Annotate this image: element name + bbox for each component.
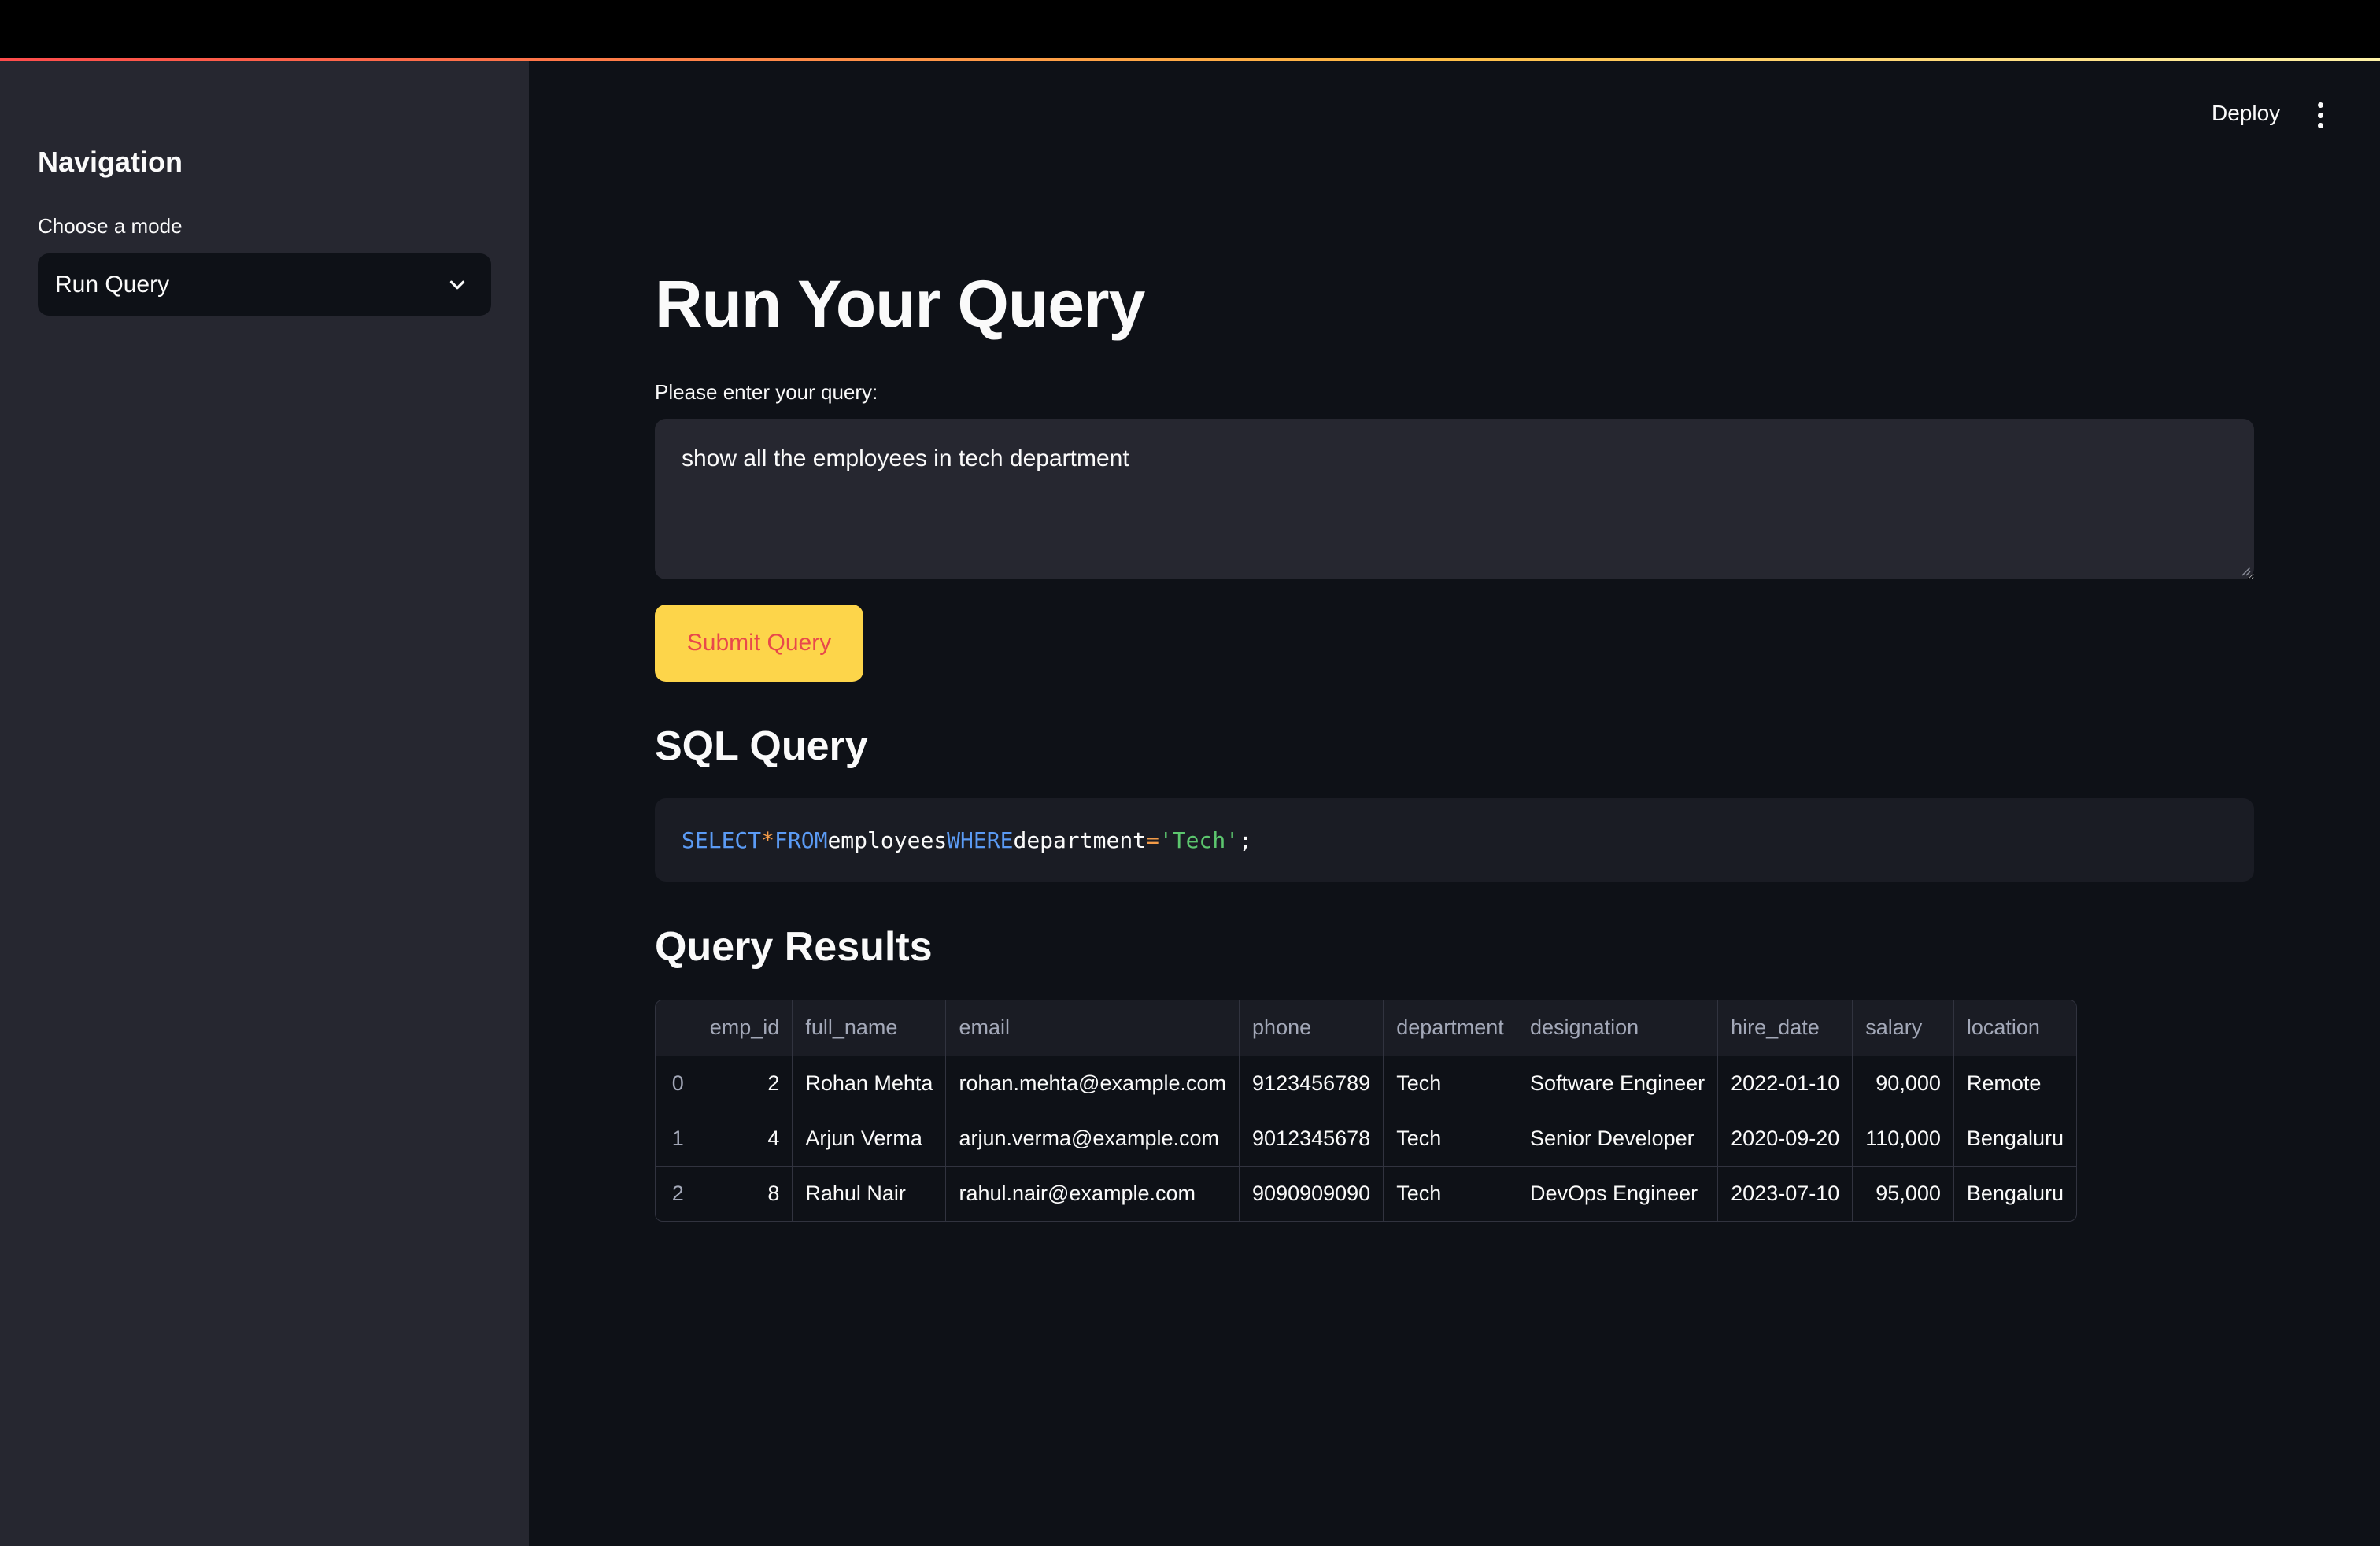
results-section-title: Query Results <box>655 924 933 970</box>
table-cell[interactable]: Arjun Verma <box>792 1111 947 1167</box>
table-cell[interactable]: Remote <box>1953 1056 2076 1111</box>
table-cell[interactable]: rohan.mehta@example.com <box>945 1056 1240 1111</box>
table-cell[interactable]: Bengaluru <box>1953 1166 2076 1221</box>
column-header[interactable]: full_name <box>792 1000 947 1056</box>
table-cell[interactable]: DevOps Engineer <box>1517 1166 1719 1221</box>
table-cell[interactable]: 2020-09-20 <box>1717 1111 1853 1167</box>
row-index[interactable]: 2 <box>656 1166 697 1221</box>
query-input[interactable]: show all the employees in tech departmen… <box>655 419 2254 579</box>
table-cell[interactable]: Software Engineer <box>1517 1056 1719 1111</box>
sql-section-title: SQL Query <box>655 723 868 769</box>
sql-operator: * <box>761 827 775 853</box>
row-index[interactable]: 0 <box>656 1056 697 1111</box>
mode-select[interactable]: Run Query <box>38 253 491 316</box>
table-cell[interactable]: Senior Developer <box>1517 1111 1719 1167</box>
table-cell[interactable]: 9012345678 <box>1239 1111 1384 1167</box>
sql-keyword: WHERE <box>947 827 1014 853</box>
column-header[interactable]: designation <box>1517 1000 1719 1056</box>
column-header[interactable]: location <box>1953 1000 2076 1056</box>
table-cell[interactable]: Bengaluru <box>1953 1111 2076 1167</box>
table-cell[interactable]: Tech <box>1383 1166 1517 1221</box>
sql-code-block: SELECT * FROM employees WHERE department… <box>655 798 2254 882</box>
table-cell[interactable]: 8 <box>697 1166 793 1221</box>
sql-string: 'Tech' <box>1159 827 1240 853</box>
table-cell[interactable]: Tech <box>1383 1056 1517 1111</box>
sql-operator: = <box>1146 827 1159 853</box>
table-cell[interactable]: arjun.verma@example.com <box>945 1111 1240 1167</box>
table-cell[interactable]: Rahul Nair <box>792 1166 947 1221</box>
resize-handle-icon[interactable] <box>2238 564 2251 576</box>
results-table[interactable]: emp_id full_name email phone department … <box>655 1000 2077 1222</box>
column-header[interactable]: department <box>1383 1000 1517 1056</box>
table-cell[interactable]: 4 <box>697 1111 793 1167</box>
query-input-label: Please enter your query: <box>655 380 878 404</box>
table-row: 1 4 Arjun Verma arjun.verma@example.com … <box>656 1111 2076 1167</box>
table-cell[interactable]: 90,000 <box>1852 1056 1954 1111</box>
submit-query-button[interactable]: Submit Query <box>655 605 863 682</box>
row-index[interactable]: 1 <box>656 1111 697 1167</box>
mode-select-value: Run Query <box>55 271 170 298</box>
sql-identifier: employees <box>827 827 948 853</box>
column-header[interactable] <box>656 1000 697 1056</box>
table-cell[interactable]: 110,000 <box>1852 1111 1954 1167</box>
table-cell[interactable]: 95,000 <box>1852 1166 1954 1221</box>
main-content: Run Your Query Please enter your query: … <box>655 0 2254 1546</box>
table-header-row: emp_id full_name email phone department … <box>656 1000 2076 1056</box>
table-cell[interactable]: 2022-01-10 <box>1717 1056 1853 1111</box>
table-row: 0 2 Rohan Mehta rohan.mehta@example.com … <box>656 1056 2076 1111</box>
table-cell[interactable]: 9123456789 <box>1239 1056 1384 1111</box>
table-cell[interactable]: 9090909090 <box>1239 1166 1384 1221</box>
column-header[interactable]: email <box>945 1000 1240 1056</box>
chevron-down-icon <box>449 280 465 290</box>
sql-keyword: SELECT <box>682 827 762 853</box>
table-cell[interactable]: 2023-07-10 <box>1717 1166 1853 1221</box>
page-title: Run Your Query <box>655 267 1145 341</box>
sidebar-title: Navigation <box>38 146 183 178</box>
more-options-icon[interactable] <box>2306 98 2334 132</box>
sql-keyword: FROM <box>774 827 828 853</box>
table-cell[interactable]: 2 <box>697 1056 793 1111</box>
table-cell[interactable]: Tech <box>1383 1111 1517 1167</box>
sql-identifier: department <box>1013 827 1147 853</box>
column-header[interactable]: hire_date <box>1717 1000 1853 1056</box>
column-header[interactable]: salary <box>1852 1000 1954 1056</box>
column-header[interactable]: emp_id <box>697 1000 793 1056</box>
table-cell[interactable]: Rohan Mehta <box>792 1056 947 1111</box>
table-cell[interactable]: rahul.nair@example.com <box>945 1166 1240 1221</box>
table-row: 2 8 Rahul Nair rahul.nair@example.com 90… <box>656 1166 2076 1221</box>
column-header[interactable]: phone <box>1239 1000 1384 1056</box>
mode-select-label: Choose a mode <box>38 214 183 238</box>
sql-punctuation: ; <box>1239 827 1252 853</box>
